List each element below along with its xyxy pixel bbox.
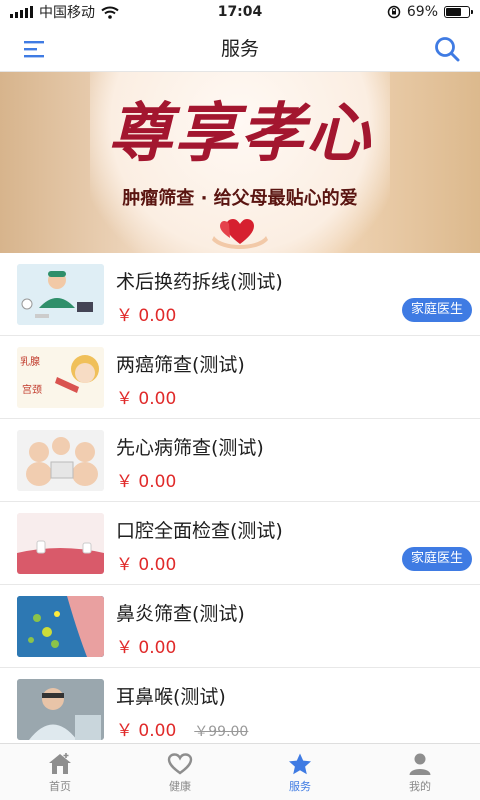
status-left: 中国移动	[10, 2, 119, 22]
menu-button[interactable]	[18, 32, 52, 66]
cancer-screening-illustration: 乳腺 宫颈	[17, 347, 104, 408]
service-name: 先心病筛查(测试)	[116, 437, 264, 459]
tab-home[interactable]: 首页	[0, 744, 120, 800]
tab-services[interactable]: 服务	[240, 744, 360, 800]
tab-label: 首页	[49, 780, 71, 793]
service-item[interactable]: 鼻炎筛查(测试) ￥ 0.00	[0, 585, 480, 668]
star-icon	[289, 753, 311, 775]
battery-percent: 69%	[406, 4, 438, 20]
price-row: ￥ 0.00	[116, 550, 176, 575]
service-thumbnail: 乳腺 宫颈	[17, 347, 104, 408]
oral-exam-illustration	[17, 513, 104, 574]
price-row: ￥ 0.00	[116, 384, 176, 409]
family-doctor-badge: 家庭医生	[401, 298, 472, 322]
service-item[interactable]: 先心病筛查(测试) ￥ 0.00	[0, 419, 480, 502]
service-price: ￥ 0.00	[116, 389, 177, 409]
page-title: 服务	[220, 38, 259, 60]
tab-health[interactable]: 健康	[120, 744, 240, 800]
status-bar: 中国移动 17:04 69%	[0, 0, 480, 24]
ent-doctor-illustration	[17, 679, 104, 740]
original-price: ￥99.00	[194, 724, 249, 740]
menu-icon	[24, 41, 44, 58]
home-icon	[49, 753, 71, 774]
nav-bar: 服务	[0, 24, 480, 72]
user-icon	[409, 753, 431, 775]
promo-banner[interactable]: 尊享孝心 肿瘤筛查 · 给父母最贴心的爱	[0, 72, 480, 253]
service-thumbnail	[17, 430, 104, 491]
service-price: ￥ 0.00	[116, 555, 177, 575]
service-price: ￥ 0.00	[116, 306, 177, 326]
service-item[interactable]: 耳鼻喉(测试) ￥ 0.00 ￥99.00	[0, 668, 480, 751]
service-price: ￥ 0.00	[116, 721, 177, 741]
carrier-label: 中国移动	[39, 5, 95, 21]
banner-title: 尊享孝心	[108, 96, 372, 171]
signal-icon	[10, 6, 33, 18]
tab-label: 服务	[289, 780, 311, 793]
price-row: ￥ 0.00	[116, 467, 176, 492]
service-name: 鼻炎筛查(测试)	[116, 603, 245, 625]
surgeon-illustration	[17, 264, 104, 325]
breast-label: 乳腺	[20, 355, 40, 368]
service-price: ￥ 0.00	[116, 472, 177, 492]
service-thumbnail	[17, 264, 104, 325]
cervix-label: 宫颈	[22, 383, 42, 396]
rhinitis-illustration	[17, 596, 104, 657]
banner-subtitle: 肿瘤筛查 · 给父母最贴心的爱	[122, 188, 358, 209]
tab-profile[interactable]: 我的	[360, 744, 480, 800]
service-item[interactable]: 口腔全面检查(测试) ￥ 0.00 家庭医生	[0, 502, 480, 585]
service-list: 术后换药拆线(测试) ￥ 0.00 家庭医生 乳腺 宫颈 两癌筛查(测试) ￥ …	[0, 253, 480, 751]
battery-level	[446, 8, 462, 16]
tab-label: 健康	[169, 780, 191, 793]
heart-icon	[167, 753, 193, 775]
wifi-icon	[101, 6, 119, 19]
service-item[interactable]: 乳腺 宫颈 两癌筛查(测试) ￥ 0.00	[0, 336, 480, 419]
search-icon	[435, 37, 460, 62]
status-right: 69%	[387, 4, 473, 20]
price-row: ￥ 0.00	[116, 301, 176, 326]
tab-bar: 首页 健康 服务 我的	[0, 743, 480, 800]
price-row: ￥ 0.00	[116, 633, 176, 658]
service-thumbnail	[17, 513, 104, 574]
battery-icon	[444, 6, 473, 18]
service-name: 耳鼻喉(测试)	[116, 686, 226, 708]
service-thumbnail	[17, 596, 104, 657]
tab-label: 我的	[409, 780, 431, 793]
service-item[interactable]: 术后换药拆线(测试) ￥ 0.00 家庭医生	[0, 253, 480, 336]
service-thumbnail	[17, 679, 104, 740]
price-row: ￥ 0.00 ￥99.00	[116, 716, 248, 741]
babies-illustration	[17, 430, 104, 491]
service-name: 两癌筛查(测试)	[116, 354, 245, 376]
rotation-lock-icon	[387, 5, 401, 19]
hearts-in-hands-icon	[212, 219, 268, 249]
search-button[interactable]	[430, 32, 464, 66]
service-name: 口腔全面检查(测试)	[116, 520, 283, 542]
service-price: ￥ 0.00	[116, 638, 177, 658]
family-doctor-badge: 家庭医生	[401, 547, 472, 571]
service-name: 术后换药拆线(测试)	[116, 271, 283, 293]
